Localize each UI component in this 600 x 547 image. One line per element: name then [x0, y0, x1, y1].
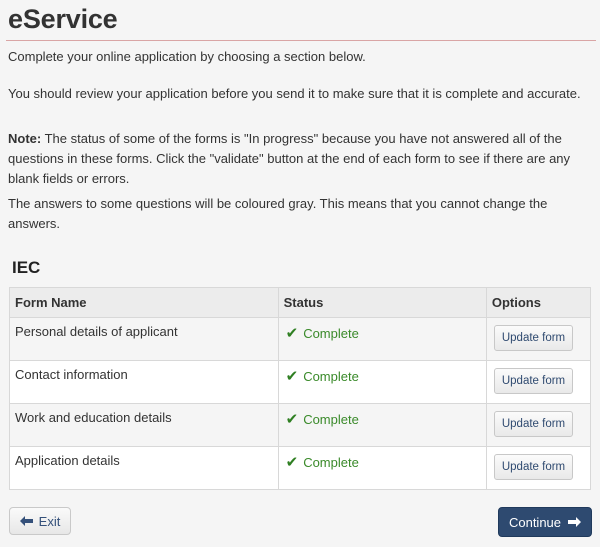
status-cell: ✔ Complete [277, 403, 487, 447]
update-form-button[interactable]: Update form [493, 325, 574, 351]
table-row: Contact information ✔ Complete Update for… [9, 360, 592, 404]
header-options: Options [485, 287, 592, 318]
status-cell: ✔ Complete [277, 317, 487, 361]
header-form-name: Form Name [9, 287, 279, 318]
status-cell: ✔ Complete [277, 446, 487, 490]
forms-table: Form Name Status Options Personal detail… [9, 287, 592, 490]
note-text: The status of some of the forms is "In p… [8, 131, 571, 186]
exit-label: Exit [38, 513, 61, 529]
exit-button[interactable]: Exit [9, 507, 71, 535]
page-title: eService [8, 4, 118, 34]
intro-text: Complete your online application by choo… [8, 49, 366, 64]
status-text: Complete [303, 369, 359, 384]
note-paragraph: Note: The status of some of the forms is… [8, 129, 588, 189]
update-form-button[interactable]: Update form [493, 411, 574, 437]
form-name-cell: Personal details of applicant [9, 317, 279, 361]
gray-answers-text: The answers to some questions will be co… [8, 196, 548, 231]
table-row: Personal details of applicant ✔ Complete … [9, 317, 592, 361]
options-cell: Update form [485, 403, 592, 447]
options-cell: Update form [485, 446, 592, 490]
update-form-button[interactable]: Update form [493, 454, 574, 480]
check-icon: ✔ [285, 454, 299, 471]
arrow-left-icon [19, 516, 33, 526]
title-divider [6, 40, 596, 41]
continue-label: Continue [508, 514, 562, 530]
review-text: You should review your application befor… [8, 86, 581, 101]
status-text: Complete [303, 455, 359, 470]
table-row: Work and education details ✔ Complete Upd… [9, 403, 592, 447]
form-name-cell: Contact information [9, 360, 279, 404]
update-form-button[interactable]: Update form [493, 368, 574, 394]
note-label: Note: [8, 131, 42, 146]
status-text: Complete [303, 326, 359, 341]
check-icon: ✔ [285, 411, 299, 428]
options-cell: Update form [485, 317, 592, 361]
status-text: Complete [303, 412, 359, 427]
status-cell: ✔ Complete [277, 360, 487, 404]
table-header-row: Form Name Status Options [9, 287, 592, 318]
check-icon: ✔ [285, 325, 299, 342]
section-title: IEC [12, 258, 41, 277]
options-cell: Update form [485, 360, 592, 404]
continue-button[interactable]: Continue [498, 507, 592, 537]
form-name-cell: Application details [9, 446, 279, 490]
check-icon: ✔ [285, 368, 299, 385]
header-status: Status [277, 287, 487, 318]
page: eService Complete your online applicatio… [0, 0, 600, 547]
table-row: Application details ✔ Complete Update for… [9, 446, 592, 490]
arrow-right-icon [568, 517, 582, 527]
form-name-cell: Work and education details [9, 403, 279, 447]
